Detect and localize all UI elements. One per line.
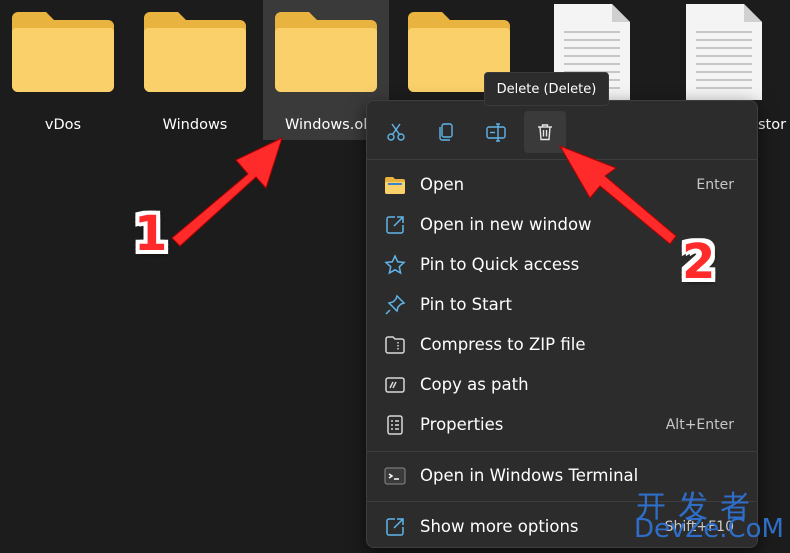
menu-item-label: Pin to Quick access	[420, 255, 580, 274]
more-options-icon	[386, 518, 404, 536]
folder-icon	[144, 12, 246, 92]
menu-item-open[interactable]: Open Enter	[372, 165, 752, 205]
delete-button[interactable]	[524, 111, 566, 153]
document-icon	[686, 4, 762, 100]
context-menu-toolbar	[367, 101, 757, 159]
menu-item-label: Show more options	[420, 517, 579, 536]
annotation-badge-1: 1	[134, 206, 168, 262]
scissors-icon	[387, 123, 405, 141]
menu-item-shortcut: Enter	[696, 177, 734, 193]
folder-icon	[12, 12, 114, 92]
pin-icon	[385, 294, 406, 315]
watermark-site: DevZe.CoM	[634, 514, 784, 544]
annotation-badge-2: 2	[682, 234, 716, 290]
trash-icon	[538, 124, 552, 141]
menu-item-label: Copy as path	[420, 375, 529, 394]
zip-icon	[385, 336, 405, 354]
menu-item-label: Open	[420, 175, 465, 194]
properties-icon	[387, 415, 403, 435]
menu-item-properties[interactable]: Properties Alt+Enter	[372, 405, 752, 445]
rename-button[interactable]	[475, 111, 517, 153]
menu-item-pin-start[interactable]: Pin to Start	[372, 285, 752, 325]
delete-tooltip: Delete (Delete)	[484, 72, 609, 106]
menu-item-label: Compress to ZIP file	[420, 335, 586, 354]
open-external-icon	[386, 216, 404, 234]
file-name: stor	[758, 117, 787, 133]
terminal-icon	[384, 467, 406, 485]
copy-button[interactable]	[425, 111, 467, 153]
copy-icon	[439, 123, 453, 141]
file-name: vDos	[44, 117, 82, 133]
menu-separator	[367, 451, 757, 452]
context-menu: Open Enter Open in new window Pin to Qui…	[366, 100, 758, 548]
menu-item-label: Open in Windows Terminal	[420, 466, 639, 485]
file-name: Windows	[162, 117, 228, 133]
menu-item-label: Open in new window	[420, 215, 592, 234]
folder-icon	[385, 177, 405, 194]
menu-item-label: Properties	[420, 415, 504, 434]
rename-icon	[486, 123, 506, 142]
menu-item-label: Pin to Start	[420, 295, 512, 314]
folder-icon	[275, 12, 377, 92]
menu-separator	[367, 159, 757, 160]
cut-button[interactable]	[375, 111, 417, 153]
menu-item-copy-as-path[interactable]: Copy as path	[372, 365, 752, 405]
menu-item-shortcut: Alt+Enter	[665, 417, 734, 433]
menu-item-compress-zip[interactable]: Compress to ZIP file	[372, 325, 752, 365]
file-item-vdos[interactable]: vDos	[0, 0, 126, 140]
path-icon	[385, 377, 405, 393]
file-item-windows[interactable]: Windows	[132, 0, 258, 140]
star-icon	[384, 254, 406, 275]
